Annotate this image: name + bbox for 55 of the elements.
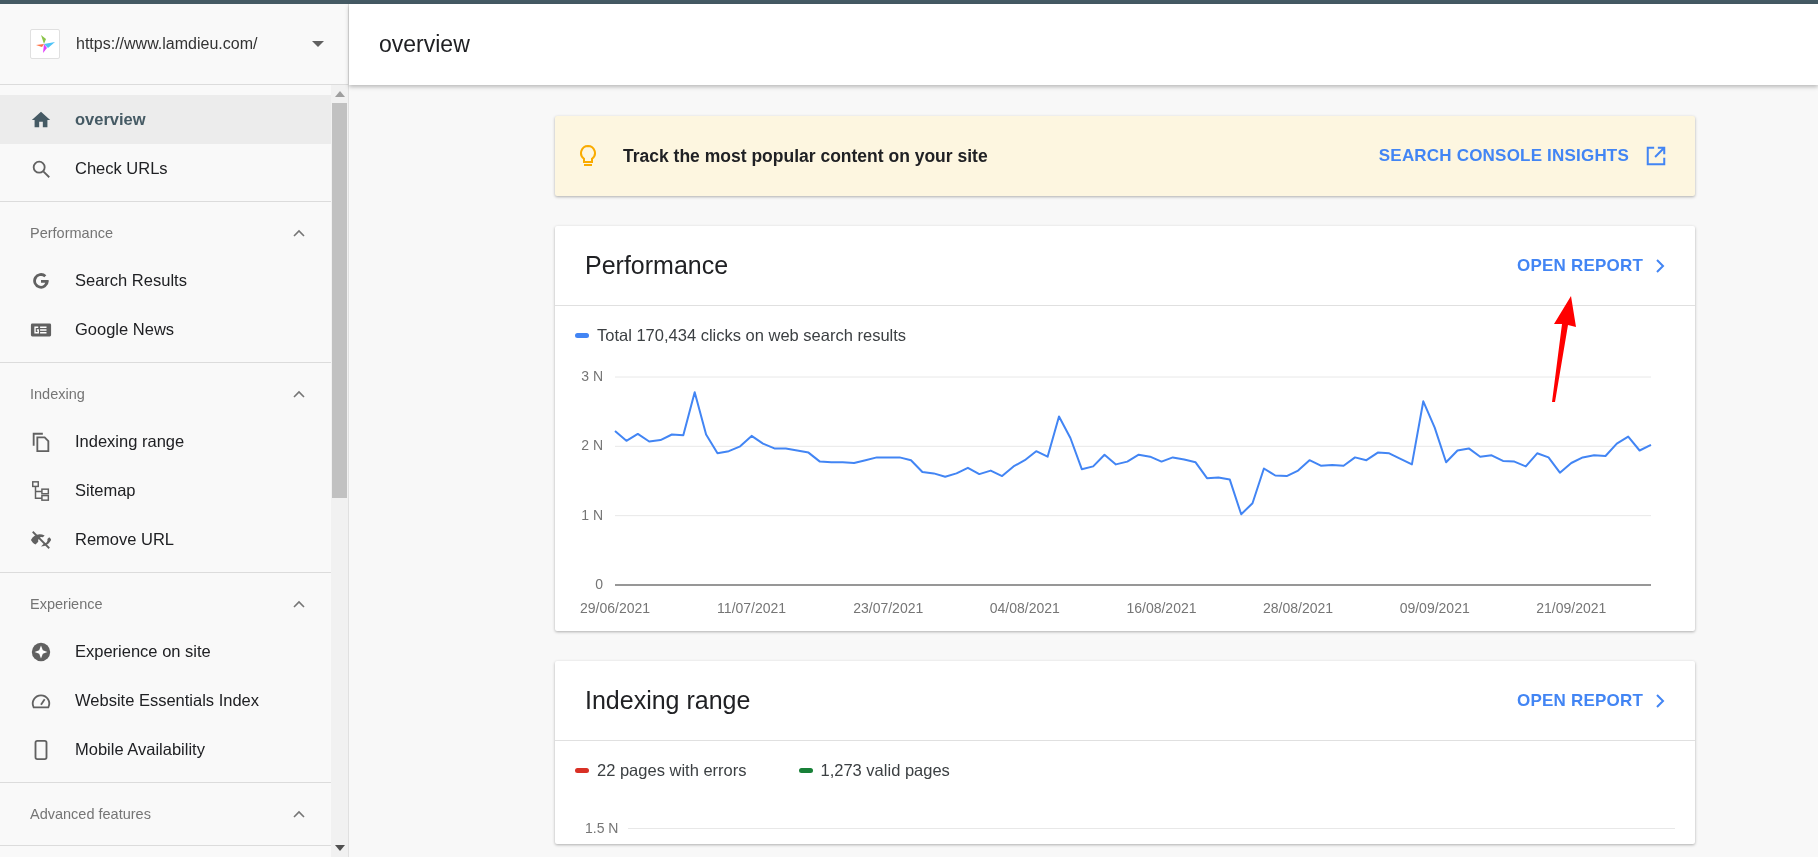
legend-label: 1,273 valid pages <box>820 761 950 780</box>
site-selector[interactable]: https://www.lamdieu.com/ <box>0 4 348 85</box>
nav-item[interactable]: Sitemap <box>0 466 331 515</box>
y-tick-label: 1.5 N <box>585 820 619 836</box>
site-url: https://www.lamdieu.com/ <box>76 35 259 53</box>
section-header[interactable]: Experience <box>0 581 331 627</box>
y-tick-label: 3 N <box>581 368 603 384</box>
open-report-link[interactable]: OPEN REPORT <box>1517 255 1665 276</box>
x-tick-label: 21/09/2021 <box>1536 600 1607 616</box>
nav-item[interactable]: Search Results <box>0 256 331 305</box>
chevron-icon <box>293 600 305 608</box>
y-tick-label: 2 N <box>581 437 603 454</box>
nav-item[interactable]: Check URLs <box>0 144 331 193</box>
nav-item[interactable]: overview <box>0 95 331 144</box>
chevron-icon <box>293 810 305 818</box>
card-title: Indexing range <box>585 686 751 715</box>
chevron-icon <box>293 390 305 398</box>
legend-label: 22 pages with errors <box>597 761 747 780</box>
section-header[interactable]: Indexing <box>0 371 331 417</box>
lightbulb-icon <box>579 144 597 168</box>
nav-item[interactable]: Experience on site <box>0 627 331 676</box>
sitemap-icon <box>30 479 52 502</box>
butterfly-logo-icon <box>30 29 60 59</box>
x-tick-label: 16/08/2021 <box>1126 600 1197 616</box>
nav-item[interactable]: Remove URL <box>0 515 331 564</box>
open-report-link[interactable]: OPEN REPORT <box>1517 690 1665 711</box>
nav-item[interactable]: Indexing range <box>0 417 331 466</box>
dropdown-caret-icon <box>312 41 324 47</box>
nav-item[interactable]: Mobile Availability <box>0 725 331 774</box>
scroll-down-icon[interactable] <box>334 845 345 851</box>
pages-icon <box>30 430 52 453</box>
x-tick-label: 29/06/2021 <box>579 600 651 616</box>
y-tick-label: 1 N <box>581 506 603 523</box>
page-title: overview <box>379 31 470 58</box>
x-tick-label: 23/07/2021 <box>853 600 924 616</box>
nav-item[interactable]: Google News <box>0 305 331 354</box>
x-tick-label: 09/09/2021 <box>1399 600 1470 616</box>
eye-slash-icon <box>30 528 52 551</box>
x-tick-label: 11/07/2021 <box>717 600 787 616</box>
section-header[interactable]: Advanced features <box>0 791 331 837</box>
y-tick-label: 0 <box>595 576 603 592</box>
chevron-icon <box>293 229 305 237</box>
banner-text: Track the most popular content on your site <box>623 145 989 167</box>
card-title: Performance <box>585 251 729 280</box>
star-badge-icon <box>30 640 52 663</box>
section-header[interactable]: Performance <box>0 210 331 256</box>
x-tick-label: 04/08/2021 <box>989 600 1060 616</box>
chevron-right-icon <box>1655 258 1665 273</box>
x-tick-label: 28/08/2021 <box>1263 600 1334 616</box>
scroll-up-icon[interactable] <box>334 91 345 97</box>
nav-item[interactable]: Website Essentials Index <box>0 676 331 725</box>
external-link-icon <box>1645 145 1667 167</box>
chevron-right-icon <box>1655 693 1665 708</box>
legend-label: Total 170,434 clicks on web search results <box>597 326 907 345</box>
scrollbar[interactable] <box>331 85 348 857</box>
